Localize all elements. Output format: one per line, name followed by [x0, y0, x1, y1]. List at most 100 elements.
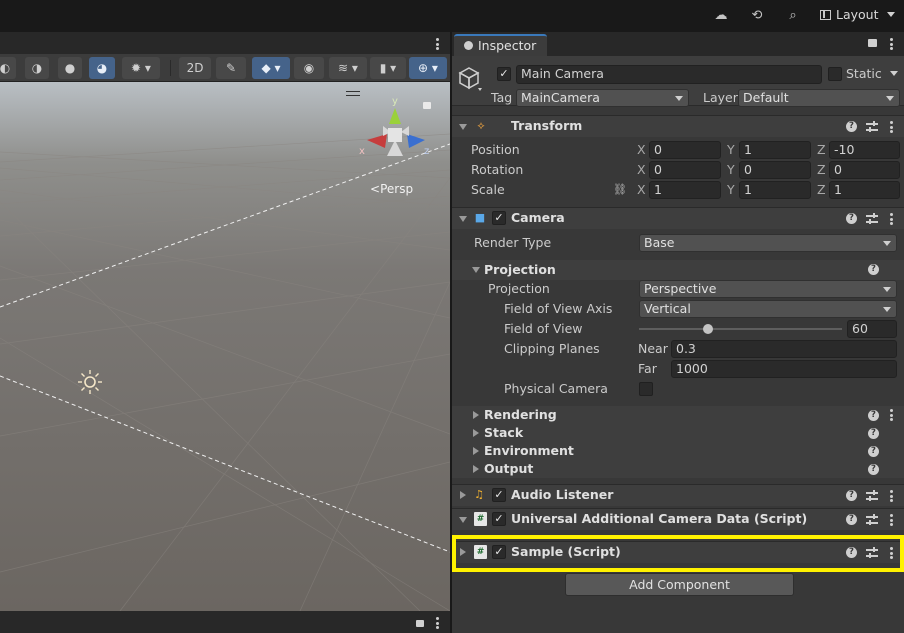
history-icon[interactable]: ⟲ [749, 8, 765, 24]
layer-dropdown[interactable]: Default [738, 89, 900, 107]
fov-value-field[interactable]: 60 [847, 320, 897, 338]
inspector-menu-icon[interactable] [890, 38, 893, 50]
lock-icon[interactable] [868, 39, 877, 47]
camera-enabled-checkbox[interactable]: ✓ [492, 211, 506, 225]
shading-wireframe-button[interactable]: ◐ [0, 57, 16, 79]
camera-header[interactable]: ■ ✓ Camera ? [452, 207, 904, 229]
lock-icon[interactable] [423, 102, 431, 109]
far-clip-field[interactable]: 1000 [671, 360, 897, 378]
foldout-arrow-icon[interactable] [473, 465, 479, 473]
foldout-arrow-icon[interactable] [459, 216, 467, 222]
ua-camera-data-enabled-checkbox[interactable]: ✓ [492, 512, 506, 526]
output-section[interactable]: Output ? [452, 460, 904, 478]
component-menu-icon[interactable] [890, 514, 893, 526]
scene-menu-icon[interactable] [436, 38, 439, 50]
foldout-arrow-icon[interactable] [473, 429, 479, 437]
cloud-icon[interactable]: ☁ [713, 8, 729, 24]
scale-x-field[interactable]: 1 [649, 181, 721, 199]
object-name-field[interactable]: Main Camera [516, 65, 822, 84]
presets-icon[interactable] [866, 121, 878, 133]
shading-wire-shaded-button[interactable]: ◑ [25, 57, 49, 79]
audio-listener-header[interactable]: ♫ ✓ Audio Listener ? [452, 484, 904, 506]
help-icon[interactable]: ? [868, 464, 879, 475]
tab-inspector[interactable]: Inspector [454, 34, 547, 56]
shading-shaded-button[interactable]: ● [58, 57, 82, 79]
tag-label: Tag [491, 90, 513, 105]
component-menu-icon[interactable] [890, 121, 893, 133]
toggle-lighting-button[interactable]: ✎ [216, 57, 246, 79]
fov-slider-thumb[interactable] [703, 324, 714, 334]
perspective-label[interactable]: <Persp [370, 182, 413, 196]
scale-z-field[interactable]: 1 [829, 181, 900, 199]
search-icon[interactable]: ⌕ [785, 8, 801, 24]
gameobject-cube-icon[interactable] [458, 66, 482, 92]
static-dropdown-chevron-icon[interactable] [890, 71, 898, 76]
transform-header[interactable]: ⟡ Transform ? [452, 115, 904, 137]
gizmo-handle-icon[interactable] [346, 91, 360, 96]
foldout-arrow-icon[interactable] [473, 447, 479, 455]
presets-icon[interactable] [866, 490, 878, 502]
layers-dropdown-button[interactable]: ≋ ▾ [329, 57, 367, 79]
help-icon[interactable]: ? [868, 428, 879, 439]
component-menu-icon[interactable] [890, 490, 893, 502]
shading-unlit-button[interactable]: ◕ [89, 57, 115, 79]
projection-dropdown[interactable]: Perspective [639, 280, 897, 298]
help-icon[interactable]: ? [846, 121, 857, 132]
toggle-effects-button[interactable]: ◆ ▾ [252, 57, 290, 79]
tag-value: MainCamera [521, 90, 600, 105]
chevron-down-icon [886, 96, 894, 101]
rotation-y-field[interactable]: 0 [739, 161, 811, 179]
tag-dropdown[interactable]: MainCamera [516, 89, 689, 107]
render-type-dropdown[interactable]: Base [639, 234, 897, 252]
audio-listener-enabled-checkbox[interactable]: ✓ [492, 488, 506, 502]
debug-draw-mode-button[interactable]: ✹ ▾ [122, 57, 160, 79]
stack-section[interactable]: Stack ? [452, 424, 904, 442]
foldout-arrow-icon[interactable] [459, 124, 467, 130]
foldout-arrow-icon[interactable] [472, 267, 480, 273]
footer-menu-icon[interactable] [436, 617, 439, 629]
toggle-2d-button[interactable]: 2D [179, 57, 211, 79]
environment-section[interactable]: Environment ? [452, 442, 904, 460]
foldout-arrow-icon[interactable] [460, 491, 466, 499]
fov-slider-track[interactable] [639, 324, 842, 334]
position-label: Position [471, 142, 520, 157]
gizmos-dropdown-button[interactable]: ⊕ ▾ [409, 57, 447, 79]
fov-axis-dropdown[interactable]: Vertical [639, 300, 897, 318]
position-y-field[interactable]: 1 [739, 141, 811, 159]
scene-viewport[interactable]: y x z <Persp [0, 82, 450, 611]
rendering-section[interactable]: Rendering ? [452, 406, 904, 424]
help-icon[interactable]: ? [868, 410, 879, 421]
static-checkbox[interactable] [828, 67, 842, 81]
presets-icon[interactable] [866, 213, 878, 225]
add-component-button[interactable]: Add Component [565, 573, 794, 596]
foldout-arrow-icon[interactable] [459, 517, 467, 523]
help-icon[interactable]: ? [846, 514, 857, 525]
scene-camera-button[interactable]: ▮ ▾ [370, 57, 406, 79]
help-icon[interactable]: ? [868, 264, 879, 275]
help-icon[interactable]: ? [868, 446, 879, 457]
position-z-field[interactable]: -10 [829, 141, 900, 159]
scale-y-field[interactable]: 1 [739, 181, 811, 199]
lock-icon[interactable] [416, 620, 424, 627]
physical-camera-checkbox[interactable] [639, 382, 653, 396]
help-icon[interactable]: ? [846, 213, 857, 224]
near-clip-field[interactable]: 0.3 [671, 340, 897, 358]
output-section-title: Output [484, 461, 534, 476]
rotation-z-field[interactable]: 0 [829, 161, 900, 179]
perspective-text: Persp [380, 182, 414, 196]
foldout-arrow-icon[interactable] [473, 411, 479, 419]
rotation-x-field[interactable]: 0 [649, 161, 721, 179]
position-x-field[interactable]: 0 [649, 141, 721, 159]
projection-section-header[interactable]: Projection ? [452, 260, 904, 280]
section-menu-icon[interactable] [890, 409, 893, 421]
active-checkbox[interactable]: ✓ [497, 67, 511, 81]
ua-camera-data-header[interactable]: # ✓ Universal Additional Camera Data (Sc… [452, 508, 904, 530]
link-icon[interactable]: ⛓ [613, 183, 627, 197]
directional-light-icon[interactable] [77, 369, 103, 395]
component-menu-icon[interactable] [890, 213, 893, 225]
fov-label: Field of View [504, 321, 583, 336]
layout-dropdown[interactable]: Layout [814, 5, 901, 25]
presets-icon[interactable] [866, 514, 878, 526]
help-icon[interactable]: ? [846, 490, 857, 501]
scene-visibility-button[interactable]: ◉ [294, 57, 324, 79]
